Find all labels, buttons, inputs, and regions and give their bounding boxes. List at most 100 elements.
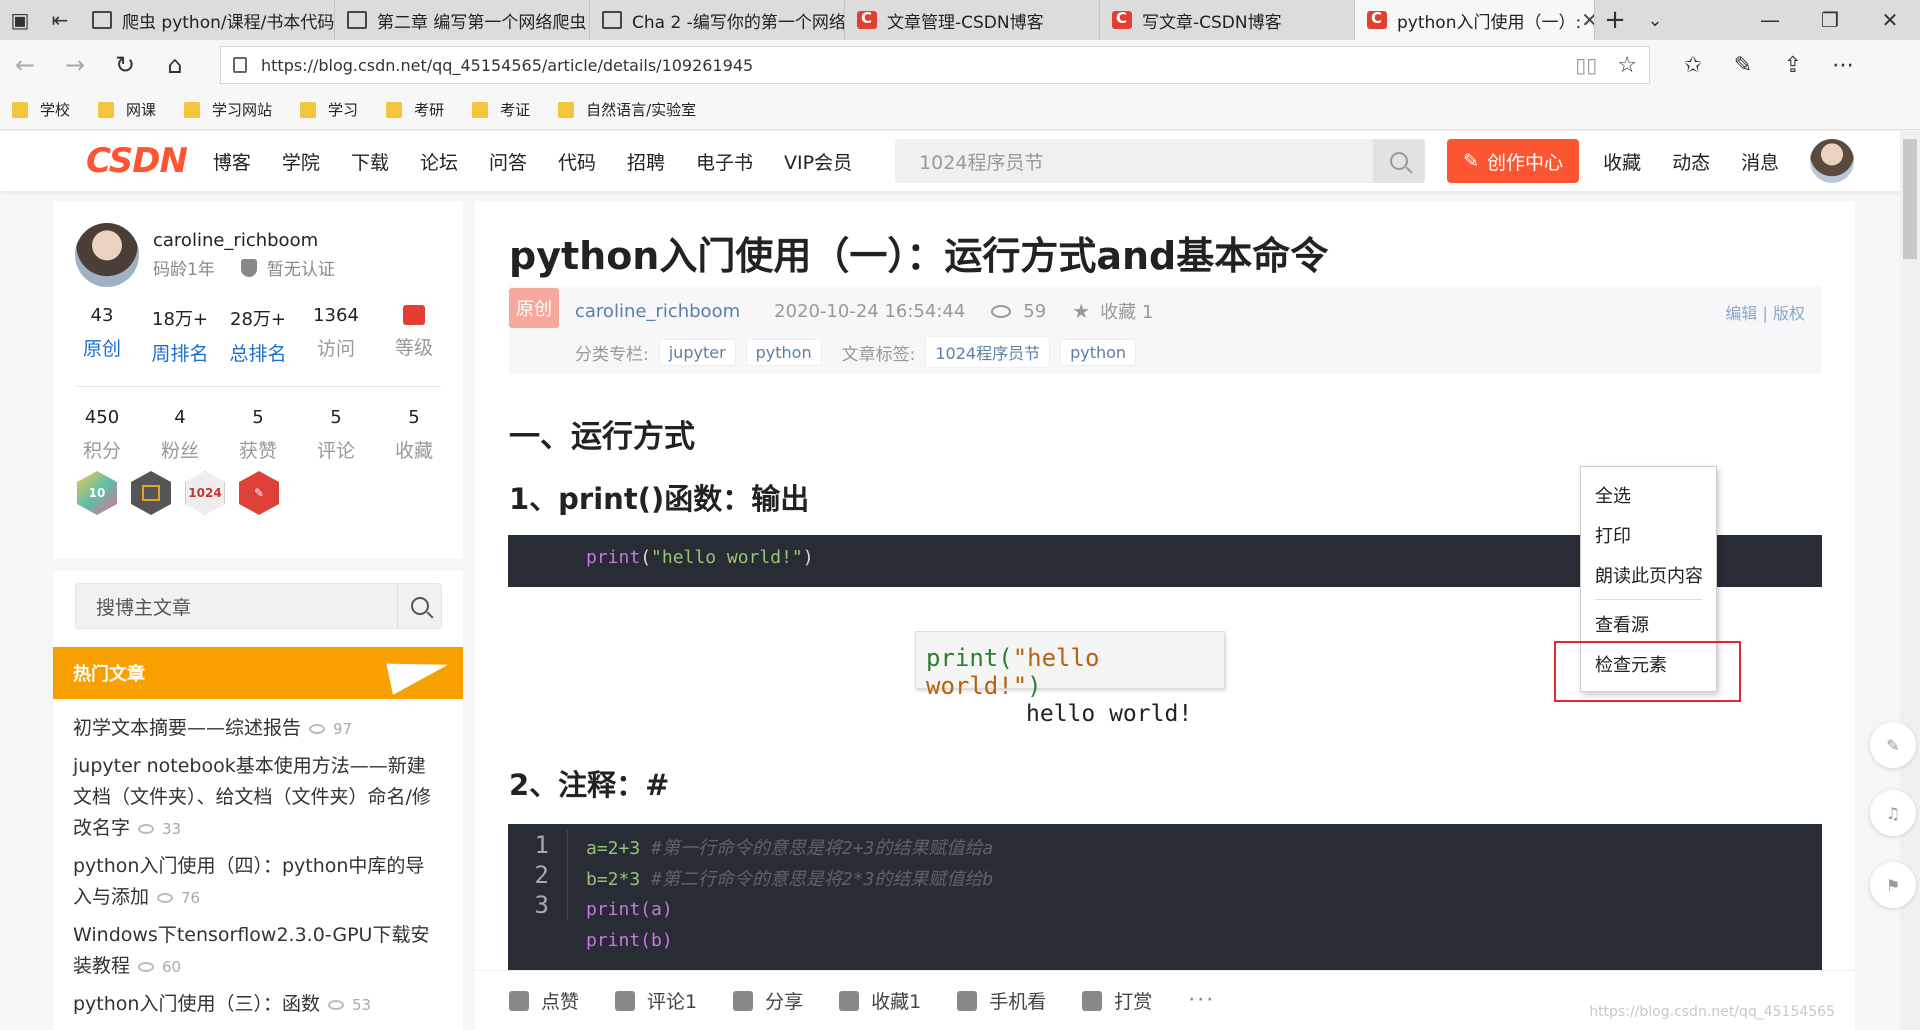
article-fav-count[interactable]: 收藏 1	[1100, 298, 1153, 324]
scrollbar-thumb[interactable]	[1903, 139, 1917, 259]
star-icon[interactable]: ★	[1072, 299, 1090, 323]
badge-1024-icon[interactable]: 1024	[185, 471, 225, 515]
nav-link[interactable]: 下载	[351, 148, 389, 175]
menu-item-print[interactable]: 打印	[1581, 515, 1716, 555]
browser-tab-2[interactable]: 第二章 编写第一个网络爬虫	[335, 0, 590, 40]
nav-link[interactable]: 代码	[558, 148, 596, 175]
tab-actions-icon[interactable]: ▣	[0, 0, 40, 40]
original-badge: 原创	[509, 288, 559, 328]
search-button[interactable]	[1373, 139, 1426, 183]
tab-list-chevron-icon[interactable]: ⌄	[1635, 0, 1675, 40]
author-avatar[interactable]	[75, 223, 139, 287]
header-link-activity[interactable]: 动态	[1672, 148, 1710, 175]
fav-folder[interactable]: 学习	[300, 99, 358, 120]
nav-link[interactable]: 招聘	[627, 148, 665, 175]
hot-article-item[interactable]: 初学文本摘要——综述报告 97	[73, 713, 443, 745]
article-author[interactable]: caroline_richboom	[575, 301, 740, 322]
site-search-input[interactable]: 1024程序员节	[895, 139, 1426, 183]
browser-tab-active[interactable]: python入门使用（一）:✕	[1355, 0, 1595, 40]
header-link-favorites[interactable]: 收藏	[1603, 148, 1641, 175]
csdn-header: CSDN 博客 学院 下载 论坛 问答 代码 招聘 电子书 VIP会员 1024…	[0, 131, 1900, 191]
header-link-messages[interactable]: 消息	[1741, 148, 1779, 175]
new-tab-icon[interactable]: +	[1595, 0, 1635, 40]
menu-item-view-source[interactable]: 查看源	[1581, 604, 1716, 644]
like-button[interactable]: 点赞	[509, 987, 579, 1014]
stat-total-rank[interactable]: 28万+ 总排名	[220, 305, 296, 366]
fav-folder[interactable]: 自然语言/实验室	[558, 99, 696, 120]
stat-original[interactable]: 43 原创	[64, 305, 140, 366]
menu-item-select-all[interactable]: 全选	[1581, 475, 1716, 515]
blog-search-input[interactable]: 搜博主文章	[75, 583, 442, 629]
back-icon[interactable]: ←	[0, 40, 50, 90]
badge-10-icon[interactable]: 10	[77, 471, 117, 515]
level-icon	[403, 305, 425, 325]
badge-article-icon[interactable]	[131, 471, 171, 515]
nav-link[interactable]: 博客	[213, 148, 251, 175]
mobile-view-button[interactable]: 手机看	[957, 987, 1046, 1014]
favorite-star-icon[interactable]: ☆	[1617, 53, 1637, 78]
code-token: print(a)	[586, 899, 673, 920]
browser-tab-5[interactable]: 写文章-CSDN博客	[1100, 0, 1355, 40]
line-number: 1	[534, 831, 549, 859]
nav-link[interactable]: 问答	[489, 148, 527, 175]
report-icon[interactable]: ⚑	[1870, 862, 1916, 908]
reward-button[interactable]: 打赏	[1082, 987, 1152, 1014]
author-name[interactable]: caroline_richboom	[153, 230, 335, 251]
url-field[interactable]: https://blog.csdn.net/qq_45154565/articl…	[220, 46, 1650, 84]
set-aside-tabs-icon[interactable]: ⇤	[40, 0, 80, 40]
blog-search-button[interactable]	[397, 584, 441, 628]
share-icon[interactable]: ⇪	[1768, 53, 1818, 78]
fav-folder[interactable]: 学校	[12, 99, 70, 120]
nav-link[interactable]: 学院	[282, 148, 320, 175]
minimize-icon[interactable]: —	[1740, 0, 1800, 40]
badge-pen-icon[interactable]: ✎	[239, 471, 279, 515]
hot-article-item[interactable]: Windows下tensorflow2.3.0-GPU下载安装教程 60	[73, 920, 443, 983]
category-chip[interactable]: python	[745, 338, 822, 366]
favorite-button[interactable]: 收藏1	[839, 987, 921, 1014]
nav-link[interactable]: 电子书	[696, 148, 753, 175]
nav-link[interactable]: VIP会员	[784, 148, 852, 175]
fav-folder[interactable]: 考研	[386, 99, 444, 120]
menu-item-read-aloud[interactable]: 朗读此页内容	[1581, 555, 1716, 595]
maximize-icon[interactable]: ❐	[1800, 0, 1860, 40]
browser-tab-3[interactable]: Cha 2 -编写你的第一个网络	[590, 0, 845, 40]
user-avatar[interactable]	[1810, 139, 1855, 183]
hot-article-item[interactable]: python入门使用（四）：python中库的导入与添加 76	[73, 851, 443, 914]
forward-icon[interactable]: →	[50, 40, 100, 90]
tag-chip[interactable]: 1024程序员节	[925, 336, 1051, 368]
refresh-icon[interactable]: ↻	[100, 40, 150, 90]
close-tab-icon[interactable]: ✕	[1581, 8, 1594, 32]
stat-weekly-rank[interactable]: 18万+ 周排名	[142, 305, 218, 366]
nav-link[interactable]: 论坛	[420, 148, 458, 175]
thumbs-up-icon	[509, 990, 529, 1011]
home-icon[interactable]: ⌂	[150, 40, 200, 90]
fav-folder[interactable]: 网课	[98, 99, 156, 120]
category-chip[interactable]: jupyter	[658, 338, 736, 366]
share-button[interactable]: 分享	[733, 987, 803, 1014]
fav-folder[interactable]: 考证	[472, 99, 530, 120]
favorites-hub-icon[interactable]: ✩	[1668, 53, 1718, 78]
browser-tab-1[interactable]: 爬虫 python/课程/书本代码	[80, 0, 335, 40]
create-center-button[interactable]: ✎ 创作中心	[1447, 139, 1580, 183]
edit-link[interactable]: 编辑	[1725, 304, 1757, 323]
more-actions-button[interactable]: ···	[1188, 988, 1215, 1013]
tab-title: 写文章-CSDN博客	[1142, 12, 1282, 33]
hot-article-item[interactable]: python入门使用（三）：函数 53	[73, 989, 443, 1021]
more-menu-icon[interactable]: ⋯	[1818, 53, 1868, 78]
edit-float-icon[interactable]: ✎	[1870, 722, 1916, 768]
reading-view-icon[interactable]: ▯▯	[1575, 53, 1597, 77]
browser-tab-4[interactable]: 文章管理-CSDN博客	[845, 0, 1100, 40]
close-window-icon[interactable]: ✕	[1860, 0, 1920, 40]
stat-level[interactable]: 等级	[376, 305, 452, 366]
tag-chip[interactable]: python	[1060, 338, 1137, 366]
hot-article-views: 53	[351, 996, 372, 1014]
comment-button[interactable]: 评论1	[615, 987, 697, 1014]
paper-plane-icon	[386, 651, 452, 695]
headset-support-icon[interactable]: ♫	[1870, 790, 1916, 836]
code-token: (	[640, 547, 652, 568]
notes-pen-icon[interactable]: ✎	[1718, 53, 1768, 78]
csdn-logo[interactable]: CSDN	[86, 141, 188, 181]
hot-article-item[interactable]: jupyter notebook基本使用方法——新建文档（文件夹）、给文档（文件…	[73, 751, 443, 845]
copyright-link[interactable]: 版权	[1773, 304, 1805, 323]
fav-folder[interactable]: 学习网站	[184, 99, 272, 120]
